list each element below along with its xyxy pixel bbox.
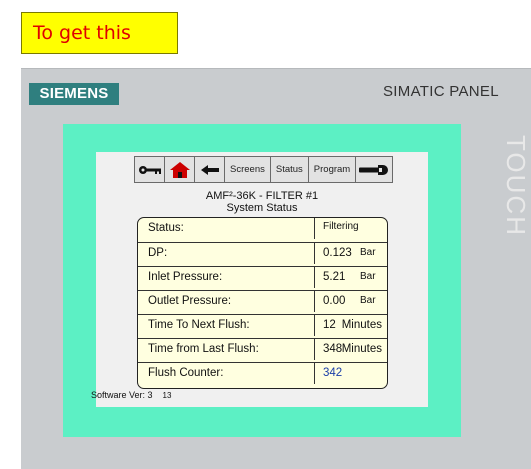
row-unit: Bar — [360, 247, 376, 258]
row-unit: Bar — [360, 271, 376, 282]
program-button[interactable]: Program — [307, 156, 356, 183]
table-row: Inlet Pressure: 5.21 Bar — [138, 266, 387, 288]
column-divider — [314, 243, 315, 264]
table-row: DP: 0.123 Bar — [138, 242, 387, 264]
column-divider — [314, 218, 315, 239]
row-label: Status: — [148, 222, 184, 234]
column-divider — [314, 315, 315, 336]
next-flush-value: 12 — [323, 319, 336, 331]
row-label: Inlet Pressure: — [148, 271, 223, 283]
row-label: DP: — [148, 247, 168, 259]
row-unit: Minutes — [341, 319, 382, 331]
row-label: Outlet Pressure: — [148, 295, 232, 307]
dp-value: 0.123 — [323, 247, 352, 259]
row-label: Time from Last Flush: — [148, 343, 259, 355]
page-title: AMF²-36K - FILTER #1 — [205, 190, 319, 202]
flush-counter-value: 342 — [323, 367, 343, 379]
page-subtitle: System Status — [226, 202, 298, 214]
row-unit: Minutes — [341, 343, 382, 355]
key-icon — [138, 165, 162, 175]
column-divider — [314, 267, 315, 288]
table-row: Outlet Pressure: 0.00 Bar — [138, 290, 387, 312]
settings-button[interactable] — [355, 156, 394, 183]
key-button[interactable] — [134, 156, 164, 183]
table-row: Status: Filtering — [138, 218, 387, 239]
status-value: Filtering — [323, 221, 359, 232]
column-divider — [314, 339, 315, 360]
column-divider — [314, 291, 315, 312]
back-arrow-icon — [200, 164, 220, 176]
status-table: Status: Filtering DP: 0.123 Bar Inlet Pr… — [137, 217, 388, 389]
home-button[interactable] — [164, 156, 194, 183]
back-button[interactable] — [194, 156, 224, 183]
software-version-minor: 13 — [162, 391, 172, 400]
row-label: Flush Counter: — [148, 367, 224, 379]
outlet-pressure-value: 0.00 — [323, 295, 346, 307]
toolbar: Screens Status Program — [134, 156, 394, 183]
software-version: Software Ver: 3 13 — [91, 390, 171, 400]
table-row: Time from Last Flush: 348 Minutes — [138, 338, 387, 360]
screens-button[interactable]: Screens — [224, 156, 270, 183]
row-label: Time To Next Flush: — [148, 319, 250, 331]
table-row: Time To Next Flush: 12 Minutes — [138, 314, 387, 336]
screen-bezel: Screens Status Program AMF²-36K - FILTER… — [63, 124, 461, 437]
home-icon — [169, 161, 191, 179]
inlet-pressure-value: 5.21 — [323, 271, 346, 283]
callout-label: To get this — [21, 12, 178, 54]
software-version-label: Software Ver: 3 — [91, 390, 153, 400]
panel-model: SIMATIC PANEL — [383, 83, 499, 100]
row-unit: Bar — [360, 295, 376, 306]
wrench-icon — [359, 164, 389, 176]
touch-label: TOUCH — [501, 135, 531, 237]
brand-logo: SIEMENS — [29, 83, 119, 105]
column-divider — [314, 363, 315, 384]
status-button[interactable]: Status — [269, 156, 308, 183]
table-row: Flush Counter: 342 — [138, 362, 387, 384]
hmi-screen: Screens Status Program AMF²-36K - FILTER… — [91, 152, 428, 407]
hmi-panel: SIEMENS SIMATIC PANEL TOUCH Screens Stat… — [21, 68, 531, 469]
